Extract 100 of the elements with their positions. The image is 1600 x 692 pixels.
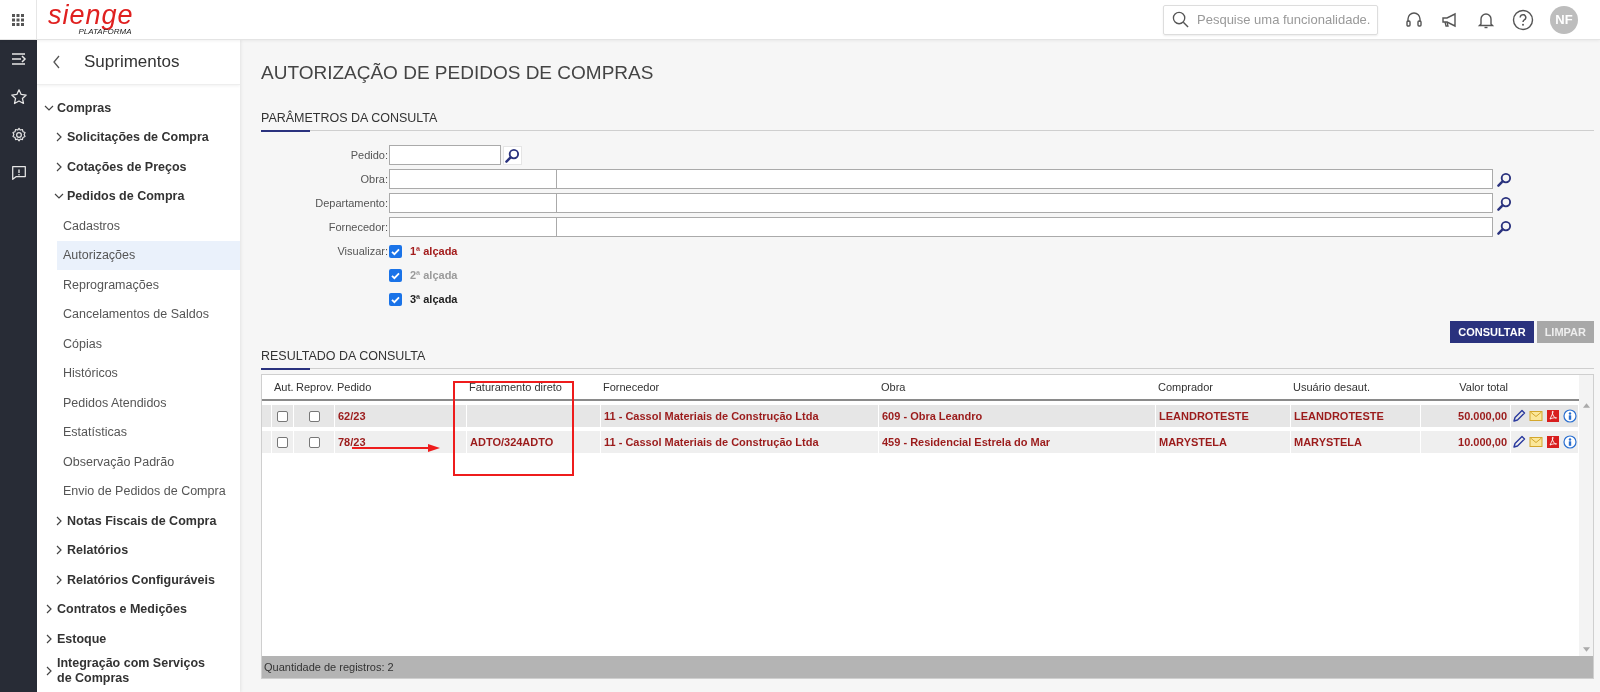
checkbox[interactable]	[277, 436, 288, 448]
sidebar-item[interactable]: Estatísticas	[57, 417, 240, 447]
info-icon[interactable]	[1563, 409, 1577, 423]
column-header: Fornecedor	[602, 381, 661, 393]
sidebar-item[interactable]: Pedidos Atendidos	[57, 388, 240, 418]
pencil-icon[interactable]	[1512, 409, 1526, 423]
page-title: AUTORIZAÇÃO DE PEDIDOS DE COMPRAS	[261, 62, 655, 85]
table-cell: LEANDROTESTE	[1291, 405, 1421, 427]
name-field[interactable]	[557, 217, 1493, 237]
sidebar-item[interactable]: Históricos	[57, 358, 240, 388]
logo-tagline: PLATAFORMA	[78, 28, 132, 36]
sidebar-group[interactable]: Contratos e Medições	[37, 594, 240, 624]
checkbox[interactable]	[389, 244, 402, 258]
star-icon[interactable]	[9, 88, 28, 106]
column-header: Faturamento direto	[468, 381, 563, 393]
sidebar-group[interactable]: Relatórios Configuráveis	[37, 565, 240, 595]
sidebar-title: Suprimentos	[84, 52, 180, 72]
table-cell: 50.000,00	[1421, 405, 1511, 427]
sidebar-item[interactable]: Cadastros	[57, 211, 240, 241]
chevron-right-icon	[54, 545, 64, 556]
sidebar-group[interactable]: Pedidos de Compra	[37, 181, 240, 211]
table-cell: LEANDROTESTE	[1156, 405, 1291, 427]
sidebar-item[interactable]: Cancelamentos de Saldos	[57, 299, 240, 329]
chevron-right-icon	[54, 515, 64, 526]
info-icon[interactable]	[1563, 435, 1577, 449]
field-label: Departamento:	[314, 197, 389, 209]
table-cell: MARYSTELA	[1156, 431, 1291, 453]
field-label: Obra:	[359, 173, 389, 185]
field-label: Visualizar:	[336, 245, 389, 257]
search-field[interactable]: Pesquise uma funcionalidade.	[1197, 12, 1375, 27]
sidebar-item[interactable]: Cópias	[57, 329, 240, 359]
help-icon[interactable]	[1512, 8, 1534, 31]
menu-icon[interactable]	[9, 50, 28, 68]
search-box[interactable]: Pesquise uma funcionalidade.	[1163, 4, 1378, 35]
chevron-right-icon	[44, 633, 54, 644]
column-header: Aut.	[273, 381, 294, 393]
sidebar-group[interactable]: Notas Fiscais de Compra	[37, 506, 240, 536]
consult-button[interactable]: CONSULTAR	[1450, 321, 1534, 343]
checkbox[interactable]	[308, 410, 320, 422]
sidebar-item[interactable]: Observação Padrão	[57, 447, 240, 477]
field-label: Fornecedor:	[327, 221, 389, 233]
field-label: Pedido:	[349, 149, 389, 161]
checkbox[interactable]	[308, 436, 320, 448]
settings-icon[interactable]	[9, 126, 28, 144]
sidebar-item[interactable]: Reprogramações	[57, 270, 240, 300]
apps-grid-icon[interactable]	[12, 13, 24, 26]
checkbox[interactable]	[389, 268, 402, 282]
sidebar-group[interactable]: Estoque	[37, 624, 240, 654]
chevron-right-icon	[54, 574, 64, 585]
column-header: Pedido	[336, 381, 373, 393]
table-cell: 11 - Cassol Materiais de Construção Ltda	[601, 405, 879, 427]
code-field[interactable]	[389, 169, 557, 189]
column-header: Usuário desaut.	[1292, 381, 1372, 393]
column-header: Valor total	[1458, 381, 1509, 393]
column-header: Obra	[880, 381, 907, 393]
sidebar-item[interactable]: Envio de Pedidos de Compra	[57, 476, 240, 506]
section-heading: RESULTADO DA CONSULTA	[261, 349, 1594, 369]
chevron-right-icon	[54, 132, 64, 143]
table-cell: ADTO/324ADTO	[467, 431, 601, 453]
checkbox[interactable]	[277, 410, 288, 422]
pdf-icon[interactable]	[1546, 409, 1560, 423]
sidebar-group[interactable]: Relatórios	[37, 535, 240, 565]
headset-icon[interactable]	[1404, 9, 1424, 30]
pdf-icon[interactable]	[1546, 435, 1560, 449]
search-icon	[1172, 11, 1189, 28]
table-cell: 609 - Obra Leandro	[879, 405, 1156, 427]
section-heading: PARÂMETROS DA CONSULTA	[261, 111, 1594, 131]
column-header: Comprador	[1157, 381, 1215, 393]
column-header: Reprov.	[295, 381, 335, 393]
back-icon[interactable]	[52, 55, 62, 69]
checkbox-label: 1ª alçada	[410, 245, 458, 257]
table-cell: 62/23	[335, 405, 467, 427]
search-icon[interactable]	[1496, 195, 1512, 211]
checkbox[interactable]	[389, 292, 402, 306]
sidebar-group[interactable]: Compras	[37, 93, 240, 123]
input-field[interactable]	[389, 145, 501, 165]
search-button[interactable]	[503, 145, 522, 165]
feedback-icon[interactable]	[9, 164, 28, 182]
pencil-icon[interactable]	[1512, 435, 1526, 449]
table-cell: 11 - Cassol Materiais de Construção Ltda	[601, 431, 879, 453]
sidebar-group[interactable]: Cotações de Preços	[37, 152, 240, 182]
code-field[interactable]	[389, 193, 557, 213]
chevron-right-icon	[44, 665, 54, 676]
checkbox-label: 2ª alçada	[410, 269, 458, 281]
search-icon[interactable]	[1496, 171, 1512, 187]
search-icon	[505, 147, 520, 163]
checkbox-label: 3ª alçada	[410, 293, 458, 305]
search-icon[interactable]	[1496, 219, 1512, 235]
chevron-right-icon	[54, 161, 64, 172]
code-field[interactable]	[389, 217, 557, 237]
name-field[interactable]	[557, 193, 1493, 213]
table-cell: MARYSTELA	[1291, 431, 1421, 453]
sidebar-item[interactable]: Autorizações	[57, 240, 240, 270]
chevron-right-icon	[44, 604, 54, 615]
sidebar-group[interactable]: Solicitações de Compra	[37, 122, 240, 152]
table-cell: 10.000,00	[1421, 431, 1511, 453]
record-count: Quantidade de registros: 2	[262, 656, 1593, 678]
sidebar-group[interactable]: Integração com Serviços de Compras	[37, 653, 240, 688]
table-cell: 459 - Residencial Estrela do Mar	[879, 431, 1156, 453]
name-field[interactable]	[557, 169, 1493, 189]
